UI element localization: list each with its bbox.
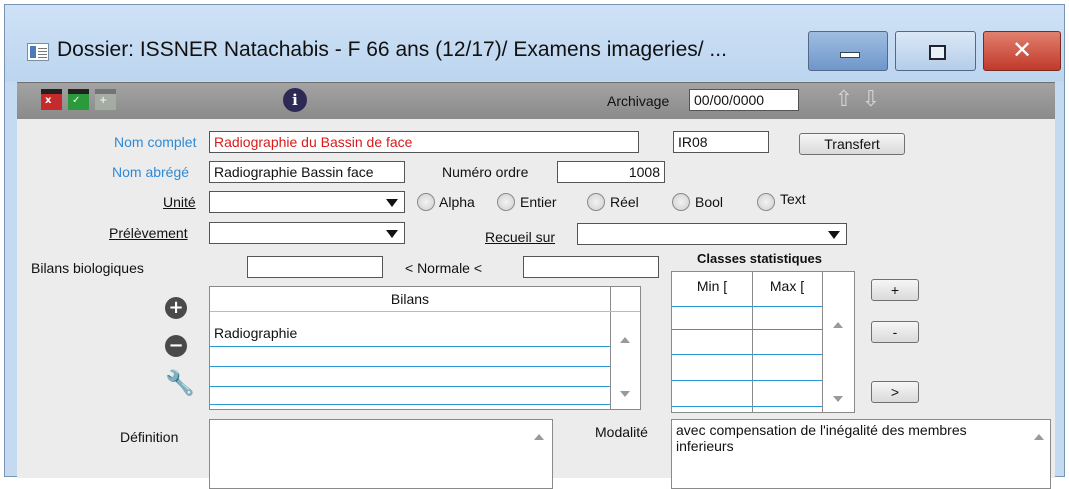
definition-label: Définition bbox=[120, 429, 179, 445]
chevron-down-icon bbox=[386, 199, 398, 207]
row-line bbox=[210, 404, 610, 405]
add-folder-icon[interactable]: + bbox=[95, 89, 116, 110]
prelevement-select[interactable] bbox=[209, 222, 405, 244]
scroll-up-icon[interactable] bbox=[534, 434, 544, 440]
info-icon[interactable]: i bbox=[283, 88, 307, 112]
bilans-header: Bilans bbox=[390, 291, 430, 307]
scroll-down-icon[interactable] bbox=[833, 396, 843, 402]
archivage-label: Archivage bbox=[607, 93, 670, 109]
normale-input[interactable] bbox=[523, 256, 659, 278]
modalite-label: Modalité bbox=[595, 424, 648, 440]
radio-bool-label: Bool bbox=[695, 194, 724, 210]
remove-bilan-icon[interactable]: − bbox=[165, 335, 187, 357]
modalite-textarea[interactable]: avec compensation de l'inégalité des mem… bbox=[671, 419, 1051, 489]
col-separator bbox=[752, 272, 753, 412]
radio-entier[interactable] bbox=[497, 193, 515, 211]
arrow-down-icon[interactable]: ⇩ bbox=[859, 87, 883, 113]
header-divider bbox=[210, 311, 640, 312]
prelevement-label: Prélèvement bbox=[109, 225, 188, 241]
minimize-icon bbox=[840, 52, 860, 58]
title-bar[interactable]: Dossier: ISSNER Natachabis - F 66 ans (1… bbox=[5, 5, 1064, 81]
row-line bbox=[672, 306, 822, 307]
classes-statistiques-title: Classes statistiques bbox=[697, 251, 823, 266]
scroll-up-icon[interactable] bbox=[833, 322, 843, 328]
form-panel: Nom complet Radiographie du Bassin de fa… bbox=[17, 119, 1055, 489]
wrench-icon[interactable]: 🔧 bbox=[165, 369, 195, 397]
add-bilan-icon[interactable]: + bbox=[165, 297, 187, 319]
app-icon bbox=[27, 43, 49, 61]
remove-class-button[interactable]: - bbox=[871, 321, 919, 343]
close-icon: ✕ bbox=[1011, 36, 1033, 64]
validate-folder-icon[interactable]: ✓ bbox=[68, 89, 89, 110]
next-class-button[interactable]: > bbox=[871, 381, 919, 403]
row-line bbox=[672, 329, 822, 330]
bilans-biologiques-input[interactable] bbox=[247, 256, 383, 278]
toolbar: x ✓ + i Archivage 00/00/0000 ⇧ ⇩ bbox=[17, 82, 1055, 120]
row-line bbox=[672, 406, 822, 407]
nom-abrege-label: Nom abrégé bbox=[112, 164, 190, 180]
chevron-down-icon bbox=[828, 231, 840, 239]
radio-text-label: Text bbox=[780, 191, 806, 207]
radio-alpha-label: Alpha bbox=[439, 194, 475, 210]
maximize-icon bbox=[929, 45, 946, 60]
minimize-button[interactable] bbox=[808, 31, 888, 71]
unite-label: Unité bbox=[163, 194, 196, 210]
grid-scroll-separator bbox=[610, 287, 611, 409]
add-class-button[interactable]: + bbox=[871, 279, 919, 301]
bilans-biologiques-label: Bilans biologiques bbox=[31, 260, 144, 276]
transfert-button[interactable]: Transfert bbox=[799, 133, 905, 155]
scroll-up-icon[interactable] bbox=[1034, 434, 1044, 440]
delete-folder-icon[interactable]: x bbox=[41, 89, 62, 110]
scroll-up-icon[interactable] bbox=[620, 337, 630, 343]
radio-bool[interactable] bbox=[672, 193, 690, 211]
min-header: Min [ bbox=[696, 278, 728, 294]
unite-select[interactable] bbox=[209, 191, 405, 213]
nom-abrege-input[interactable]: Radiographie Bassin face bbox=[209, 161, 405, 183]
normale-label: < Normale < bbox=[405, 260, 483, 276]
scroll-down-icon[interactable] bbox=[620, 391, 630, 397]
chevron-down-icon bbox=[386, 230, 398, 238]
maximize-button[interactable] bbox=[895, 31, 976, 71]
code-input[interactable]: IR08 bbox=[673, 131, 769, 153]
bilan-row-1[interactable]: Radiographie bbox=[214, 325, 297, 341]
modalite-text: avec compensation de l'inégalité des mem… bbox=[676, 422, 967, 454]
bilans-grid: Bilans Radiographie bbox=[209, 286, 641, 410]
row-line bbox=[210, 346, 610, 347]
radio-alpha[interactable] bbox=[417, 193, 435, 211]
nom-complet-label: Nom complet bbox=[114, 134, 197, 150]
recueil-label: Recueil sur bbox=[485, 229, 556, 245]
row-line bbox=[672, 380, 822, 381]
definition-textarea[interactable] bbox=[209, 419, 553, 489]
classes-grid: Min [ Max [ bbox=[671, 271, 855, 413]
max-header: Max [ bbox=[769, 278, 805, 294]
radio-reel-label: Réel bbox=[610, 194, 639, 210]
row-line bbox=[210, 366, 610, 367]
radio-reel[interactable] bbox=[587, 193, 605, 211]
nom-complet-input[interactable]: Radiographie du Bassin de face bbox=[209, 131, 639, 153]
numero-ordre-input[interactable]: 1008 bbox=[557, 161, 665, 183]
archivage-input[interactable]: 00/00/0000 bbox=[689, 89, 799, 111]
radio-entier-label: Entier bbox=[520, 194, 557, 210]
close-button[interactable]: ✕ bbox=[983, 31, 1061, 71]
numero-ordre-label: Numéro ordre bbox=[442, 164, 529, 180]
row-line bbox=[672, 354, 822, 355]
row-line bbox=[210, 386, 610, 387]
radio-text[interactable] bbox=[757, 193, 775, 211]
recueil-select[interactable] bbox=[577, 223, 847, 245]
main-window: Dossier: ISSNER Natachabis - F 66 ans (1… bbox=[4, 4, 1065, 489]
grid-scroll-separator bbox=[822, 272, 823, 412]
arrow-up-icon[interactable]: ⇧ bbox=[832, 87, 856, 113]
window-title: Dossier: ISSNER Natachabis - F 66 ans (1… bbox=[57, 38, 727, 61]
